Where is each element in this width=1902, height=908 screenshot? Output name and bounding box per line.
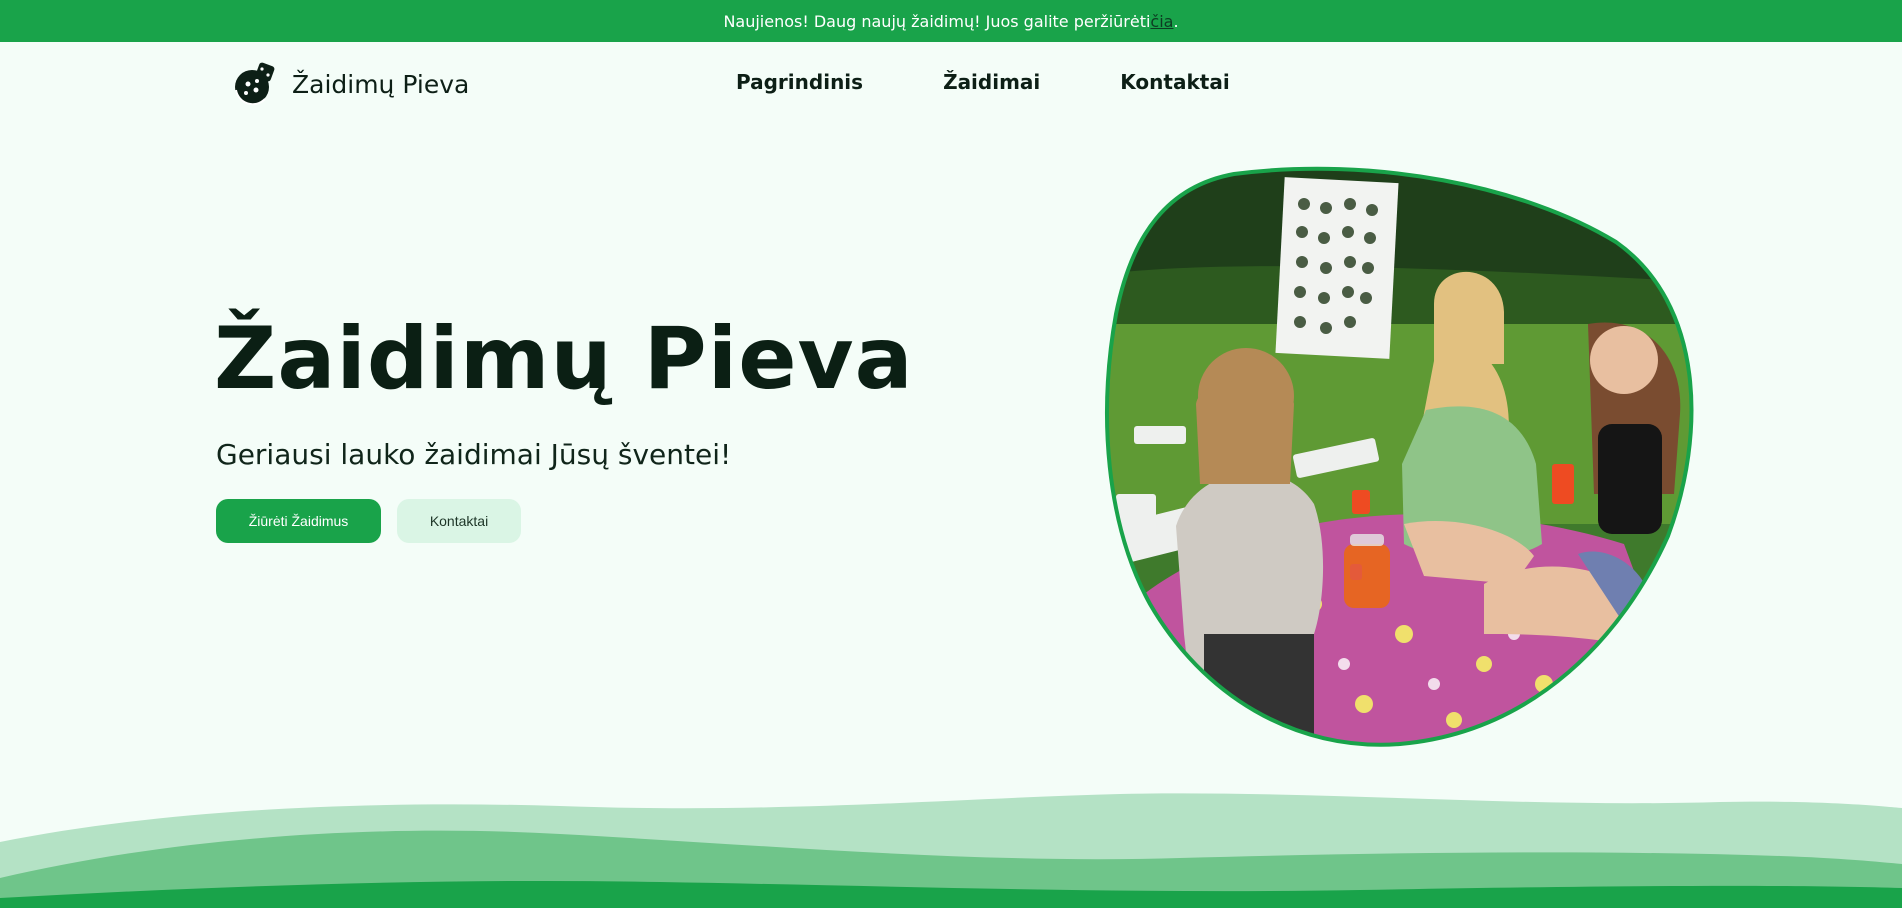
announcement-bar: Naujienos! Daug naujų žaidimų! Juos gali…	[0, 0, 1902, 42]
announcement-suffix: .	[1173, 11, 1179, 31]
hero-blob-image	[1105, 166, 1694, 747]
main-nav: Pagrindinis Žaidimai Kontaktai	[736, 70, 1230, 94]
dice-ball-icon	[235, 62, 275, 106]
brand-name: Žaidimų Pieva	[292, 69, 470, 99]
hero-title: Žaidimų Pieva	[214, 309, 914, 409]
nav-link-zaidimai[interactable]: Žaidimai	[943, 70, 1040, 94]
announcement-text: Naujienos! Daug naujų žaidimų! Juos gali…	[723, 11, 1151, 31]
site-header: Žaidimų Pieva Pagrindinis Žaidimai Konta…	[0, 42, 1902, 126]
announcement-link[interactable]: čia	[1150, 12, 1173, 31]
nav-link-pagrindinis[interactable]: Pagrindinis	[736, 70, 863, 94]
decorative-waves	[0, 793, 1902, 908]
hero-subtitle: Geriausi lauko žaidimai Jūsų šventei!	[216, 438, 732, 471]
contacts-button[interactable]: Kontaktai	[397, 499, 521, 543]
view-games-button[interactable]: Žiūrėti Žaidimus	[216, 499, 381, 543]
nav-link-kontaktai[interactable]: Kontaktai	[1120, 70, 1229, 94]
brand-logo[interactable]: Žaidimų Pieva	[230, 60, 469, 108]
